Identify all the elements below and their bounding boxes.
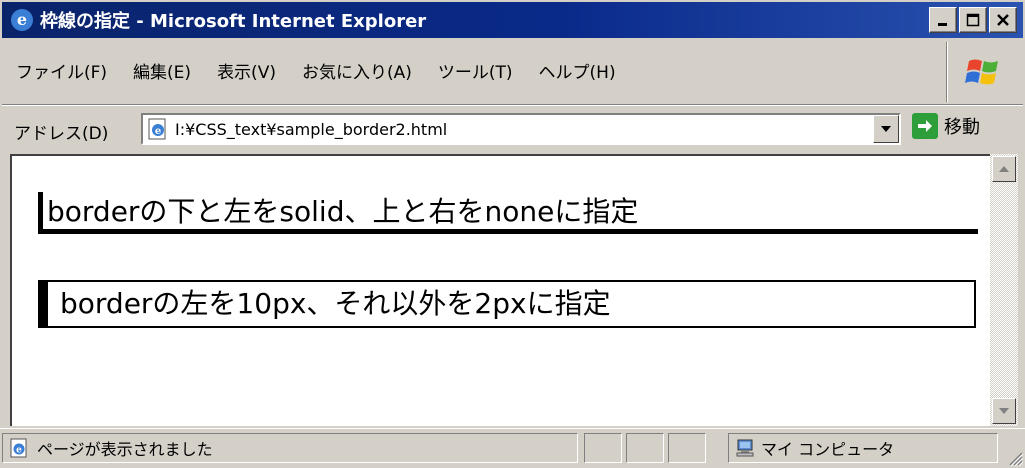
window-controls [929, 7, 1017, 33]
status-bar: e ページが表示されました マイ コンピュータ [0, 428, 1025, 468]
status-pane [668, 433, 706, 463]
svg-text:e: e [17, 10, 27, 29]
menu-help[interactable]: ヘルプ(H) [539, 58, 616, 83]
svg-text:e: e [155, 126, 161, 137]
windows-logo-box [946, 42, 1021, 102]
scroll-down-button[interactable] [992, 398, 1016, 424]
border-sample-solid: borderの下と左をsolid、上と右をnoneに指定 [38, 192, 978, 234]
chevron-down-icon [881, 126, 891, 132]
menu-tools[interactable]: ツール(T) [438, 58, 513, 83]
maximize-icon [966, 13, 980, 27]
minimize-icon [938, 23, 947, 26]
address-bar: アドレス(D) e I:¥CSS_text¥sample_border2.htm… [2, 104, 1023, 151]
resize-grip-icon[interactable] [1007, 450, 1023, 466]
address-label: アドレス(D) [14, 124, 109, 144]
close-icon [997, 14, 1009, 26]
window-title: 枠線の指定 - Microsoft Internet Explorer [40, 11, 427, 32]
vertical-scrollbar[interactable] [990, 154, 1018, 426]
status-pane [584, 433, 622, 463]
windows-logo-icon [965, 59, 998, 85]
browser-window: e 枠線の指定 - Microsoft Internet Explorer ファ… [0, 0, 1025, 468]
scroll-down-icon [999, 408, 1009, 414]
menu-edit[interactable]: 編集(E) [133, 58, 191, 83]
status-main-pane: e ページが表示されました [2, 433, 578, 463]
security-zone-pane: マイ コンピュータ [728, 433, 998, 463]
go-button[interactable]: 移動 [912, 113, 980, 139]
status-text: ページが表示されました [37, 440, 213, 459]
status-pane [626, 433, 664, 463]
menu-bar: ファイル(F) 編集(E) 表示(V) お気に入り(A) ツール(T) ヘルプ(… [2, 42, 1023, 102]
svg-text:e: e [16, 446, 22, 456]
maximize-button[interactable] [959, 7, 987, 33]
address-input[interactable]: e I:¥CSS_text¥sample_border2.html [141, 113, 901, 145]
title-bar: e 枠線の指定 - Microsoft Internet Explorer [2, 2, 1023, 38]
address-dropdown-button[interactable] [873, 115, 899, 143]
page-content: borderの下と左をsolid、上と右をnoneに指定 borderの左を10… [10, 154, 990, 426]
my-computer-icon [736, 439, 754, 457]
close-button[interactable] [989, 7, 1017, 33]
scroll-up-icon [999, 166, 1009, 172]
menu-file[interactable]: ファイル(F) [16, 58, 107, 83]
scroll-up-button[interactable] [992, 156, 1016, 182]
ie-logo-icon: e [11, 9, 33, 31]
minimize-button[interactable] [929, 7, 957, 33]
zone-text: マイ コンピュータ [761, 440, 895, 459]
menu-view[interactable]: 表示(V) [217, 58, 276, 83]
address-url: I:¥CSS_text¥sample_border2.html [175, 119, 448, 139]
go-arrow-icon [912, 113, 938, 139]
menu-favorites[interactable]: お気に入り(A) [302, 58, 412, 83]
border-sample-width: borderの左を10px、それ以外を2pxに指定 [38, 280, 976, 328]
page-icon: e [148, 118, 166, 140]
page-done-icon: e [10, 438, 27, 458]
go-label: 移動 [944, 117, 980, 138]
